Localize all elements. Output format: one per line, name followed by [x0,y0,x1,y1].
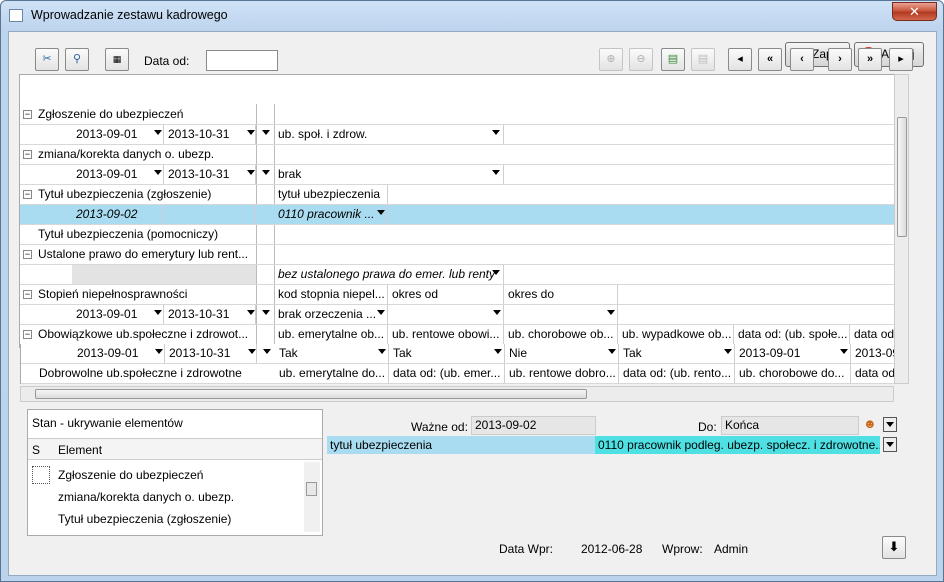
field-value[interactable]: 0110 pracownik podleg. ubezp. społecz. i… [595,436,880,454]
grid-data-row[interactable]: 2013-09-01 2013-10-31 brak orzeczenia ..… [20,305,894,325]
list-item[interactable]: zmiana/korekta danych o. ubezp. [58,490,234,504]
panel-scrollbar[interactable] [304,462,320,532]
state-panel: Stan - ukrywanie elementów S Element Zgł… [27,409,323,536]
collapse-icon[interactable]: − [23,190,32,199]
field-label: tytuł ubezpieczenia [327,436,595,454]
collapse-icon[interactable]: − [23,250,32,259]
horizontal-scrollbar[interactable] [20,386,894,402]
window-title: Wprowadzanie zestawu kadrowego [31,8,228,22]
grid-group-row[interactable]: − Tytuł ubezpieczenia (zgłoszenie) tytuł… [20,185,894,205]
window: Wprowadzanie zestawu kadrowego ✕ ✔Zapisz… [0,0,944,582]
hscroll-thumb[interactable] [35,389,587,399]
next-icon[interactable]: › [828,48,852,71]
next-fast-icon[interactable]: » [858,48,882,71]
prev-icon[interactable]: ‹ [790,48,814,71]
column-s[interactable]: S [32,443,40,457]
list-item[interactable]: Zgłoszenie do ubezpieczeń [58,468,203,482]
title-bar: Wprowadzanie zestawu kadrowego ✕ [1,1,943,31]
valid-from-field[interactable]: 2013-09-02 [471,416,596,435]
state-panel-title: Stan - ukrywanie elementów [32,416,183,430]
grid-continued: 2013-09-01 2013-10-31 Tak Tak Nie Tak 20… [20,344,895,384]
grid-group-row[interactable]: Dobrowolne ub.społeczne i zdrowotne ub. … [21,364,895,384]
to-field[interactable]: Końca [721,416,859,435]
grid-selected-row[interactable]: 2013-09-02 0110 pracownik ... [20,205,894,225]
date-from-label: Data od: [144,54,190,68]
add-icon: ⊕ [599,48,623,71]
close-button[interactable]: ✕ [892,2,937,21]
first-icon[interactable]: ◂ [728,48,752,71]
collapse-icon[interactable]: − [23,290,32,299]
collapse-icon[interactable]: − [23,330,32,339]
grid-group-row[interactable]: − Obowiązkowe ub.społeczne i zdrowot... … [20,325,894,345]
entered-by-label: Wprow: [662,542,703,556]
valid-from-label: Ważne od: [411,420,468,434]
to-dropdown-button[interactable] [883,417,897,432]
grid-group-row[interactable]: − Stopień niepełnosprawności kod stopnia… [20,285,894,305]
checkbox[interactable] [32,466,50,484]
column-element[interactable]: Element [58,443,102,457]
to-label: Do: [698,420,717,434]
vertical-scrollbar[interactable] [894,74,909,384]
grid-group-row[interactable]: − zmiana/korekta danych o. ubezp. [20,145,894,165]
person-icon[interactable]: ☻ [863,416,879,433]
grid-data-row[interactable]: 2013-09-01 2013-10-31 ub. społ. i zdrow. [20,125,894,145]
last-icon[interactable]: ▸ [889,48,913,71]
grid-data-row[interactable]: bez ustalonego prawa do emer. lub renty [20,265,894,285]
edit-record-icon: ▤ [691,48,715,71]
down-arrow-icon[interactable]: ⬇ [882,536,906,559]
collapse-icon[interactable]: − [23,150,32,159]
entry-date: 2012-06-28 [581,542,643,556]
tools-icon[interactable]: ✂ [35,48,59,71]
value-dropdown-button[interactable] [883,437,897,452]
entered-by: Admin [714,542,749,556]
scroll-thumb[interactable] [897,117,907,237]
list-item[interactable]: Tytuł ubezpieczenia (zgłoszenie) [58,512,231,526]
collapse-icon[interactable]: − [23,110,32,119]
add-record-icon[interactable]: ▤ [661,48,685,71]
remove-icon: ⊖ [629,48,653,71]
grid-group-row[interactable]: Tytuł ubezpieczenia (pomocniczy) [20,225,894,245]
entry-date-label: Data Wpr: [499,542,554,556]
grid-data-row[interactable]: 2013-09-01 2013-10-31 Tak Tak Nie Tak 20… [21,344,895,364]
calendar-icon[interactable]: ▦ [105,48,129,71]
data-grid: − Zgłoszenie do ubezpieczeń 2013-09-01 2… [19,74,909,348]
grid-group-row[interactable]: − Ustalone prawo do emerytury lub rent..… [20,245,894,265]
date-from-input[interactable] [206,50,278,71]
grid-data-row[interactable]: 2013-09-01 2013-10-31 brak [20,165,894,185]
grid-group-row[interactable]: − Zgłoszenie do ubezpieczeń [20,105,894,125]
app-icon [9,9,23,22]
prev-fast-icon[interactable]: « [758,48,782,71]
search-icon[interactable]: ⚲ [65,48,89,71]
